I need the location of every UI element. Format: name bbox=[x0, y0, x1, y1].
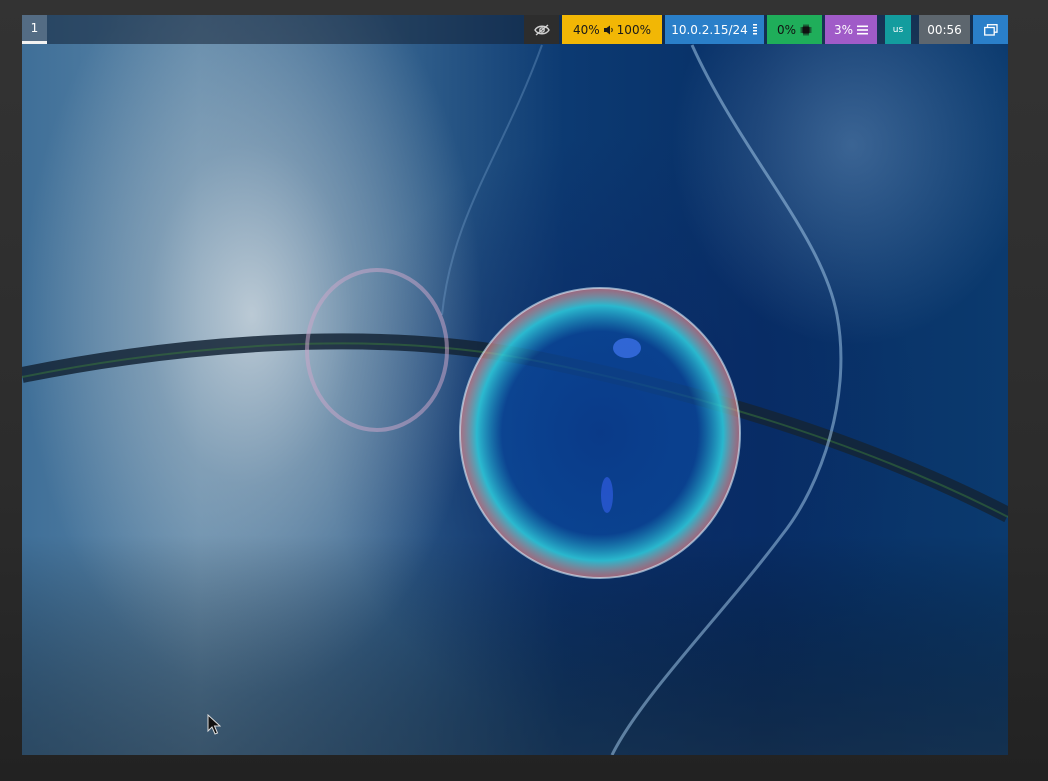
memory-usage: 3% bbox=[833, 22, 854, 37]
cpu-usage: 0% bbox=[776, 22, 797, 37]
window-stack-icon bbox=[983, 23, 998, 36]
mouse-pointer-icon bbox=[207, 713, 222, 740]
ip-address: 10.0.2.15/24 bbox=[671, 22, 748, 37]
chip-icon bbox=[800, 24, 812, 36]
hidden-windows-indicator[interactable] bbox=[524, 15, 559, 44]
keyboard-layout[interactable]: us bbox=[885, 15, 911, 44]
ethernet-icon bbox=[752, 23, 758, 36]
network-widget[interactable]: 10.0.2.15/24 bbox=[665, 15, 764, 44]
cpu-widget[interactable]: 0% bbox=[767, 15, 822, 44]
clock[interactable]: 00:56 bbox=[919, 15, 970, 44]
workspace-button[interactable]: 1 bbox=[22, 15, 47, 44]
eye-slash-icon bbox=[533, 23, 550, 36]
status-bar: 1 40% 100% 10.0.2.15/24 0% 3% us 00:56 bbox=[22, 15, 1008, 44]
bars-icon bbox=[857, 25, 869, 35]
audio-widget[interactable]: 40% 100% bbox=[562, 15, 662, 44]
volume-value: 100% bbox=[616, 22, 651, 37]
window-list-button[interactable] bbox=[973, 15, 1008, 44]
desktop-wallpaper bbox=[22, 15, 1008, 755]
memory-widget[interactable]: 3% bbox=[825, 15, 877, 44]
bubble-shape bbox=[460, 288, 740, 578]
wallpaper-art bbox=[22, 44, 1008, 755]
speaker-icon bbox=[603, 25, 614, 35]
brightness-value: 40% bbox=[573, 22, 600, 37]
